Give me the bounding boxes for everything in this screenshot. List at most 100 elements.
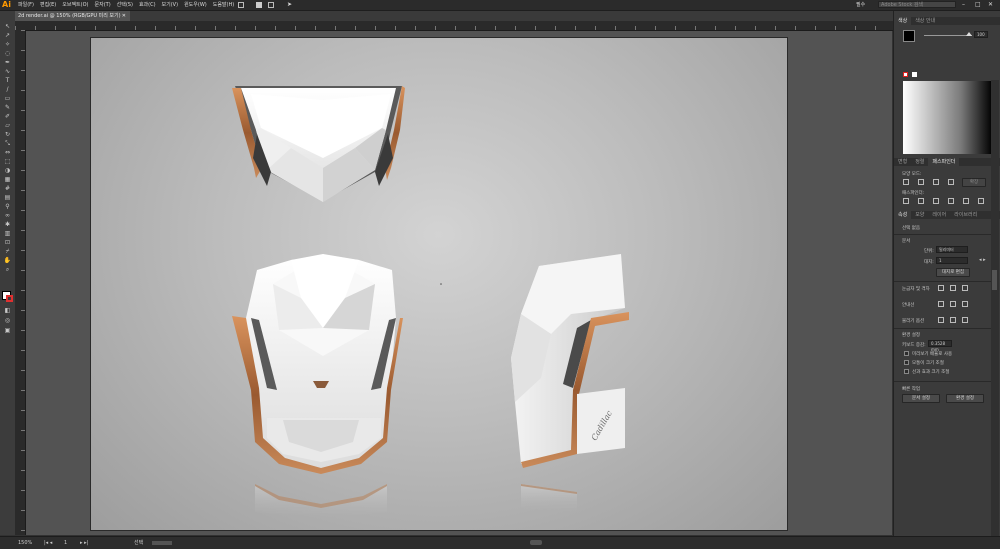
- expand-button[interactable]: 확장: [962, 178, 986, 187]
- zoom-level[interactable]: 150%: [18, 537, 32, 549]
- tab-color-guide[interactable]: 색상 안내: [911, 17, 939, 25]
- blend-tool-icon[interactable]: ∞: [3, 212, 12, 220]
- artboard-number[interactable]: 1: [64, 537, 67, 549]
- perspective-grid-tool-icon[interactable]: ▦: [3, 176, 12, 184]
- curvature-tool-icon[interactable]: ∿: [3, 68, 12, 76]
- color-slider-track[interactable]: [924, 35, 972, 36]
- color-spectrum[interactable]: [903, 81, 992, 154]
- divide-icon[interactable]: [903, 198, 909, 204]
- pen-tool-icon[interactable]: ✒: [3, 59, 12, 67]
- stock-icon[interactable]: [256, 2, 262, 8]
- exclude-icon[interactable]: [948, 179, 954, 185]
- first-artboard-icon[interactable]: |◂ ◂: [44, 537, 52, 549]
- symbol-sprayer-tool-icon[interactable]: ✱: [3, 221, 12, 229]
- minus-front-icon[interactable]: [918, 179, 924, 185]
- keyboard-increment-field[interactable]: 0.3528 mm: [928, 340, 952, 352]
- show-guides-icon[interactable]: [938, 301, 944, 307]
- document-tab[interactable]: 2d render.ai @ 150% (RGB/GPU 미리 보기) ✕: [15, 11, 130, 21]
- intersect-icon[interactable]: [933, 179, 939, 185]
- white-swatch[interactable]: [912, 72, 917, 77]
- last-artboard-icon[interactable]: ▸ ▸|: [80, 537, 88, 549]
- menu-select[interactable]: 선택(S): [117, 0, 133, 10]
- preferences-button[interactable]: 환경 설정: [946, 394, 984, 403]
- snap-grid-icon[interactable]: [950, 317, 956, 323]
- color-value-field[interactable]: 100: [974, 31, 988, 38]
- line-tool-icon[interactable]: /: [3, 86, 12, 94]
- eraser-tool-icon[interactable]: ▱: [3, 122, 12, 130]
- mesh-tool-icon[interactable]: #: [3, 185, 12, 193]
- document-setup-button[interactable]: 문서 설정: [902, 394, 940, 403]
- hand-tool-icon[interactable]: ✋: [3, 257, 12, 265]
- color-mode-icon[interactable]: ◧: [3, 307, 12, 315]
- snap-point-icon[interactable]: [938, 317, 944, 323]
- menu-edit[interactable]: 편집(E): [40, 0, 56, 10]
- close-window-icon[interactable]: ✕: [988, 0, 993, 10]
- panel-scrollbar-thumb[interactable]: [992, 270, 997, 290]
- zoom-tool-icon[interactable]: ⌕: [3, 266, 12, 274]
- send-icon[interactable]: ➤: [287, 0, 292, 10]
- menu-help[interactable]: 도움말(H): [213, 0, 234, 10]
- eyedropper-tool-icon[interactable]: ⚲: [3, 203, 12, 211]
- tab-color[interactable]: 색상: [894, 17, 912, 25]
- side-view-render[interactable]: Cadillac: [511, 254, 629, 468]
- color-slider-thumb[interactable]: [966, 32, 972, 36]
- horizontal-scrollbar-thumb[interactable]: [152, 541, 172, 545]
- type-tool-icon[interactable]: T: [3, 77, 12, 85]
- draw-mode-icon[interactable]: ◎: [3, 317, 12, 325]
- transparency-grid-icon[interactable]: [962, 285, 968, 291]
- maximize-icon[interactable]: □: [975, 0, 981, 10]
- artboard-tool-icon[interactable]: ⊡: [3, 239, 12, 247]
- ruler-icon[interactable]: [938, 285, 944, 291]
- close-tab-icon[interactable]: ✕: [122, 11, 126, 21]
- canvas-scrollbar-thumb[interactable]: [530, 540, 542, 545]
- outline-icon[interactable]: [963, 198, 969, 204]
- vertical-ruler[interactable]: [15, 30, 26, 535]
- tab-layers[interactable]: 레이어: [928, 211, 950, 219]
- workspace-switcher[interactable]: 필수: [856, 0, 865, 10]
- selection-tool-icon[interactable]: ↖: [3, 23, 12, 31]
- tab-properties[interactable]: 속성: [894, 211, 912, 219]
- shape-builder-tool-icon[interactable]: ◑: [3, 167, 12, 175]
- menu-effect[interactable]: 효과(C): [139, 0, 156, 10]
- gradient-tool-icon[interactable]: ▤: [3, 194, 12, 202]
- magic-wand-tool-icon[interactable]: ✧: [3, 41, 12, 49]
- artboard[interactable]: Cadillac: [90, 37, 788, 531]
- arrange-documents-icon[interactable]: [268, 2, 274, 8]
- unite-icon[interactable]: [903, 179, 909, 185]
- tab-appearance[interactable]: 모양: [911, 211, 928, 219]
- minimize-icon[interactable]: –: [962, 0, 965, 10]
- shaper-tool-icon[interactable]: ✐: [3, 113, 12, 121]
- graph-tool-icon[interactable]: ▥: [3, 230, 12, 238]
- horizontal-ruler[interactable]: [15, 21, 893, 31]
- scale-preview-checkbox[interactable]: [904, 351, 909, 356]
- none-swatch[interactable]: [903, 72, 908, 77]
- direct-selection-tool-icon[interactable]: ↗: [3, 32, 12, 40]
- scale-tool-icon[interactable]: ⤡: [3, 140, 12, 148]
- panel-scrollbar[interactable]: [991, 80, 999, 536]
- tab-libraries[interactable]: 라이브러리: [950, 211, 981, 219]
- grid-icon[interactable]: [950, 285, 956, 291]
- menu-type[interactable]: 문자(T): [95, 0, 111, 10]
- slice-tool-icon[interactable]: ⌿: [3, 248, 12, 256]
- fill-color-swatch[interactable]: [903, 30, 915, 42]
- rotate-tool-icon[interactable]: ↻: [3, 131, 12, 139]
- units-select[interactable]: 밀리미터: [936, 246, 968, 253]
- snap-pixel-icon[interactable]: [962, 317, 968, 323]
- lasso-tool-icon[interactable]: ◌: [3, 50, 12, 58]
- bridge-icon[interactable]: [238, 2, 244, 8]
- top-view-render[interactable]: [232, 86, 405, 202]
- scale-strokes-checkbox[interactable]: [904, 369, 909, 374]
- trim-icon[interactable]: [918, 198, 924, 204]
- tab-transform[interactable]: 변형: [894, 158, 911, 166]
- paintbrush-tool-icon[interactable]: ✎: [3, 104, 12, 112]
- front-view-render[interactable]: [232, 254, 403, 474]
- crop-icon[interactable]: [948, 198, 954, 204]
- tab-pathfinder[interactable]: 패스파인더: [928, 158, 960, 166]
- lock-guides-icon[interactable]: [950, 301, 956, 307]
- menu-window[interactable]: 윈도우(W): [184, 0, 207, 10]
- scale-corners-checkbox[interactable]: [904, 360, 909, 365]
- artboard-nav-arrows[interactable]: ◂ ▸: [979, 257, 986, 263]
- stroke-swatch[interactable]: [6, 295, 13, 302]
- minus-back-icon[interactable]: [978, 198, 984, 204]
- screen-mode-icon[interactable]: ▣: [3, 327, 12, 335]
